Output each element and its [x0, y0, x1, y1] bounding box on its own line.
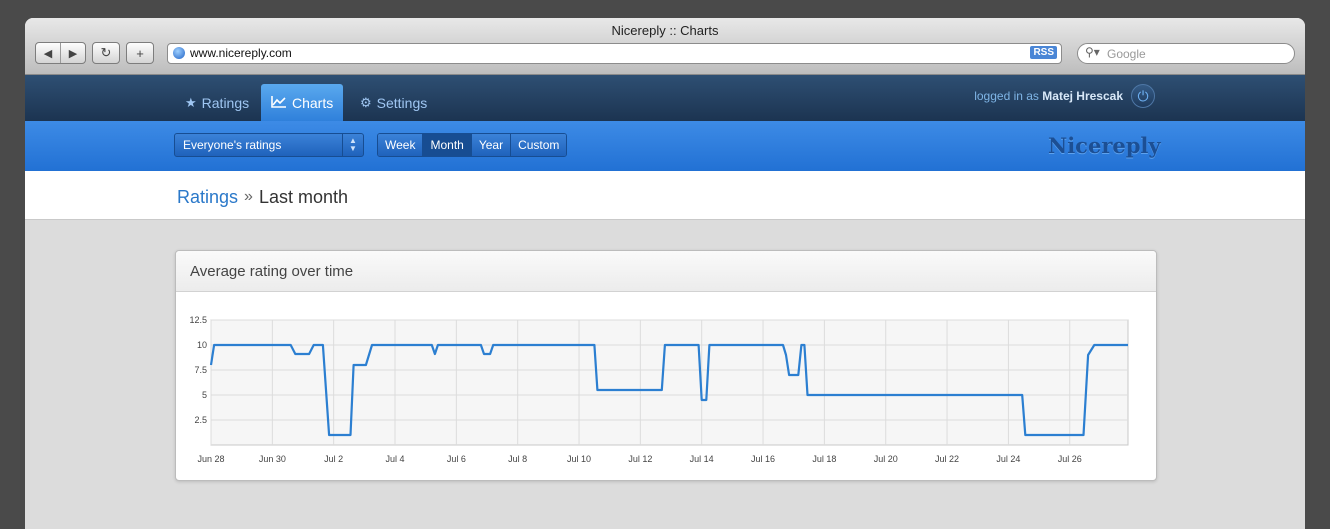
tab-charts[interactable]: Charts [261, 84, 344, 121]
app-navbar: ★ Ratings Charts ⚙ Settings logged in as… [25, 75, 1305, 121]
back-icon: ◀ [43, 47, 53, 60]
select-arrows-icon: ▲ ▼ [342, 134, 363, 156]
forward-icon: ▶ [68, 47, 78, 60]
tab-ratings-label: Ratings [201, 94, 250, 111]
chart-panel: Average rating over time 2.5 5 7.5 10 12.5 Ju… [175, 250, 1157, 481]
user-name[interactable]: Matej Hrescak [1042, 89, 1123, 103]
x-tick-label: Jul 2 [324, 454, 343, 464]
login-status: logged in as Matej Hrescak [974, 89, 1123, 103]
x-tick-label: Jul 22 [935, 454, 959, 464]
back-button[interactable]: ◀ [36, 43, 60, 63]
plot-area [210, 319, 1129, 446]
main-content: Average rating over time 2.5 5 7.5 10 12.5 Ju… [25, 220, 1305, 529]
plus-icon: + [136, 45, 144, 61]
tab-settings-label: Settings [376, 94, 428, 111]
breadcrumb-ratings-link[interactable]: Ratings [177, 187, 238, 208]
x-tick-label: Jun 28 [197, 454, 224, 464]
x-tick-label: Jul 16 [751, 454, 775, 464]
y-tick-label: 7.5 [194, 365, 207, 375]
y-tick-label: 10 [197, 340, 207, 350]
x-tick-label: Jul 14 [690, 454, 714, 464]
logout-button[interactable]: ⏻ [1131, 84, 1155, 108]
rss-button[interactable]: RSS [1030, 46, 1057, 59]
search-placeholder: Google [1107, 47, 1146, 61]
add-bookmark-button[interactable]: + [126, 42, 154, 64]
gear-icon: ⚙ [360, 94, 372, 110]
reload-button[interactable]: ↻ [92, 42, 120, 64]
breadcrumb-current: Last month [259, 187, 349, 207]
star-icon: ★ [185, 94, 197, 110]
x-tick-label: Jun 30 [259, 454, 286, 464]
chart-panel-title: Average rating over time [190, 263, 354, 280]
window-title: Nicereply :: Charts [611, 23, 719, 38]
breadcrumb-separator: » [244, 188, 253, 205]
y-tick-label: 2.5 [194, 415, 207, 425]
power-icon: ⏻ [1137, 87, 1149, 104]
y-tick-label: 5 [202, 390, 207, 400]
ratings-filter-value: Everyone's ratings [183, 138, 282, 152]
y-tick-label: 12.5 [189, 315, 207, 325]
x-tick-label: Jul 26 [1058, 454, 1082, 464]
period-month-button[interactable]: Month [422, 134, 471, 156]
reload-icon: ↻ [100, 45, 112, 60]
chart-icon [271, 95, 287, 111]
x-tick-label: Jul 8 [508, 454, 527, 464]
x-tick-label: Jul 12 [628, 454, 652, 464]
url-text[interactable]: www.nicereply.com [190, 46, 292, 60]
search-input[interactable]: ⚲▾ Google [1077, 43, 1295, 64]
search-icon: ⚲▾ [1085, 45, 1100, 59]
globe-icon [173, 47, 185, 59]
chart-panel-header: Average rating over time [176, 251, 1156, 292]
x-tick-label: Jul 20 [874, 454, 898, 464]
x-tick-label: Jul 10 [567, 454, 591, 464]
x-tick-label: Jul 18 [812, 454, 836, 464]
period-custom-button[interactable]: Custom [510, 134, 567, 156]
period-year-button[interactable]: Year [470, 134, 511, 156]
breadcrumb: Ratings » Last month [25, 171, 1305, 220]
tab-charts-label: Charts [292, 94, 334, 111]
x-tick-label: Jul 24 [996, 454, 1020, 464]
back-forward-group: ◀ ▶ [35, 42, 86, 64]
tab-ratings[interactable]: ★ Ratings [175, 84, 259, 121]
forward-button[interactable]: ▶ [60, 43, 85, 63]
x-tick-label: Jul 4 [386, 454, 405, 464]
ratings-filter-select[interactable]: Everyone's ratings ▲ ▼ [174, 133, 364, 157]
rating-line-chart: 2.5 5 7.5 10 12.5 Jun 28 Jun 30 Jul 2 Jul 4 Jul 6… [189, 315, 1129, 464]
address-bar[interactable]: www.nicereply.com RSS [167, 43, 1062, 64]
tab-settings[interactable]: ⚙ Settings [350, 84, 437, 121]
brand-logo[interactable]: Nicereply [1048, 133, 1161, 158]
browser-window: Nicereply :: Charts ◀ ▶ ↻ + www.nicerepl… [25, 18, 1305, 529]
browser-toolbar: Nicereply :: Charts ◀ ▶ ↻ + www.nicerepl… [25, 18, 1305, 75]
filter-bar: Everyone's ratings ▲ ▼ Week Month Year Cu… [25, 121, 1305, 171]
logged-in-label: logged in as [974, 89, 1039, 103]
period-week-button[interactable]: Week [378, 134, 423, 156]
x-tick-label: Jul 6 [447, 454, 466, 464]
nav-buttons: ◀ ▶ ↻ + [35, 42, 154, 64]
period-switcher: Week Month Year Custom [377, 133, 568, 157]
